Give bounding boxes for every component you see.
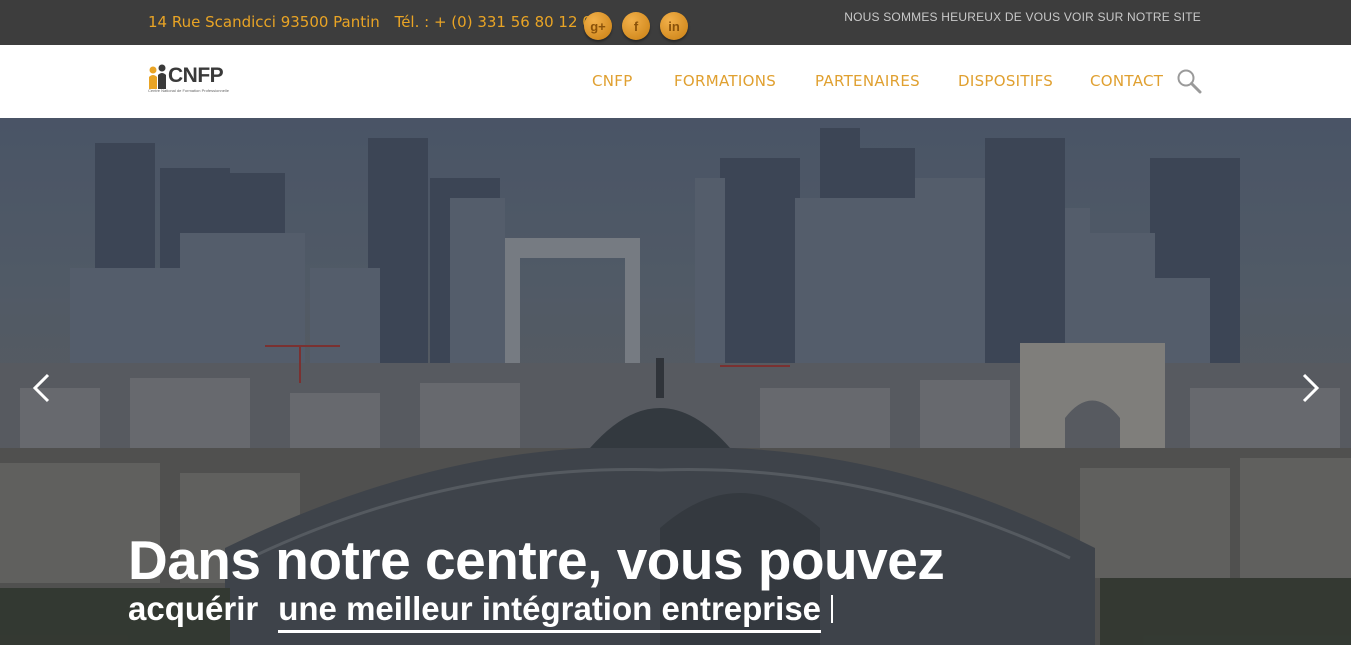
hero-headline: Dans notre centre, vous pouvez [128,529,945,591]
main-navbar: CNFP Centre National de Formation Profes… [0,45,1351,119]
logo[interactable]: CNFP Centre National de Formation Profes… [148,64,243,94]
linkedin-icon[interactable]: in [660,12,688,40]
chevron-right-icon[interactable] [1296,373,1324,403]
phone-text: Tél. : + (0) 331 56 80 12 00 [394,13,602,31]
facebook-icon[interactable]: f [622,12,650,40]
logo-people-icon [149,64,166,89]
welcome-message: NOUS SOMMES HEUREUX DE VOUS VOIR SUR NOT… [844,10,1201,24]
nav-item-formations[interactable]: FORMATIONS [674,72,776,90]
top-bar: 14 Rue Scandicci 93500 Pantin Tél. : + (… [0,0,1351,45]
logo-subtitle: Centre National de Formation Professionn… [148,88,229,93]
nav-item-dispositifs[interactable]: DISPOSITIFS [958,72,1053,90]
logo-text: CNFP [168,64,224,87]
hero-subline-highlight: une meilleur intégration entreprise [278,590,822,633]
typing-cursor [831,595,834,623]
hero-slider: Dans notre centre, vous pouvez acquérir u… [0,118,1351,645]
hero-subline-prefix: acquérir [128,590,259,627]
chevron-left-icon[interactable] [28,373,56,403]
search-icon[interactable] [1176,68,1202,94]
hero-subline: acquérir une meilleur intégration entrepr… [128,590,834,633]
nav-item-cnfp[interactable]: CNFP [592,72,633,90]
address-text: 14 Rue Scandicci 93500 Pantin [148,13,380,31]
nav-item-contact[interactable]: CONTACT [1090,72,1163,90]
google-plus-icon[interactable]: g+ [584,12,612,40]
contact-info: 14 Rue Scandicci 93500 Pantin Tél. : + (… [148,13,611,31]
nav-item-partenaires[interactable]: PARTENAIRES [815,72,920,90]
